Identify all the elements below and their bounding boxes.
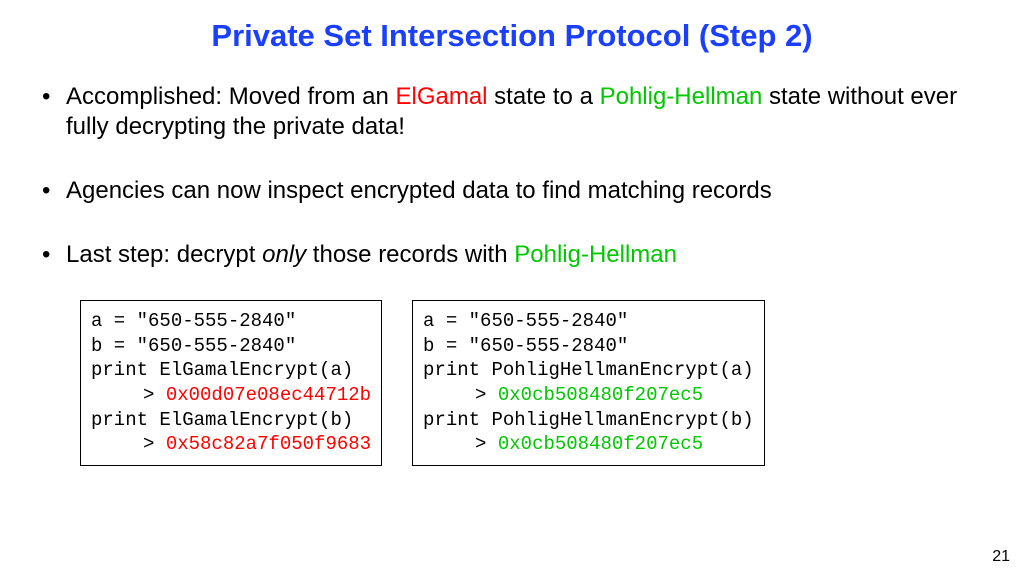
- page-number: 21: [992, 548, 1010, 566]
- bullet-1: Accomplished: Moved from an ElGamal stat…: [42, 82, 988, 142]
- slide: Private Set Intersection Protocol (Step …: [0, 0, 1024, 576]
- term-pohlig-hellman-2: Pohlig-Hellman: [514, 241, 677, 268]
- code-output: > 0x0cb508480f207ec5: [423, 383, 754, 408]
- bullet-3-text-1: Last step: decrypt: [66, 241, 262, 268]
- term-pohlig-hellman: Pohlig-Hellman: [600, 83, 763, 110]
- code-line: a = "650-555-2840": [423, 309, 754, 334]
- bullet-1-text-1: Accomplished: Moved from an: [66, 83, 395, 110]
- code-line: print PohligHellmanEncrypt(a): [423, 358, 754, 383]
- code-box-right: a = "650-555-2840" b = "650-555-2840" pr…: [412, 300, 765, 466]
- code-output: > 0x58c82a7f050f9683: [91, 432, 371, 457]
- code-line: a = "650-555-2840": [91, 309, 371, 334]
- code-output: > 0x0cb508480f207ec5: [423, 432, 754, 457]
- hash-value: 0x00d07e08ec44712b: [166, 384, 371, 406]
- bullet-2-text-1: Agencies can now inspect encrypted data …: [66, 177, 772, 204]
- term-elgamal: ElGamal: [395, 83, 487, 110]
- bullet-2: Agencies can now inspect encrypted data …: [42, 176, 988, 206]
- prompt: >: [143, 433, 166, 455]
- hash-value: 0x0cb508480f207ec5: [498, 384, 703, 406]
- code-line: print ElGamalEncrypt(b): [91, 408, 371, 433]
- code-line: b = "650-555-2840": [423, 334, 754, 359]
- hash-value: 0x58c82a7f050f9683: [166, 433, 371, 455]
- bullet-3-text-2: those records with: [306, 241, 514, 268]
- prompt: >: [143, 384, 166, 406]
- slide-title: Private Set Intersection Protocol (Step …: [36, 18, 988, 54]
- hash-value: 0x0cb508480f207ec5: [498, 433, 703, 455]
- code-line: print PohligHellmanEncrypt(b): [423, 408, 754, 433]
- bullet-1-text-2: state to a: [488, 83, 600, 110]
- prompt: >: [475, 433, 498, 455]
- code-line: print ElGamalEncrypt(a): [91, 358, 371, 383]
- bullet-3: Last step: decrypt only those records wi…: [42, 240, 988, 270]
- code-output: > 0x00d07e08ec44712b: [91, 383, 371, 408]
- term-only: only: [262, 241, 306, 268]
- bullet-list: Accomplished: Moved from an ElGamal stat…: [36, 82, 988, 270]
- prompt: >: [475, 384, 498, 406]
- code-row: a = "650-555-2840" b = "650-555-2840" pr…: [36, 300, 988, 466]
- code-line: b = "650-555-2840": [91, 334, 371, 359]
- code-box-left: a = "650-555-2840" b = "650-555-2840" pr…: [80, 300, 382, 466]
